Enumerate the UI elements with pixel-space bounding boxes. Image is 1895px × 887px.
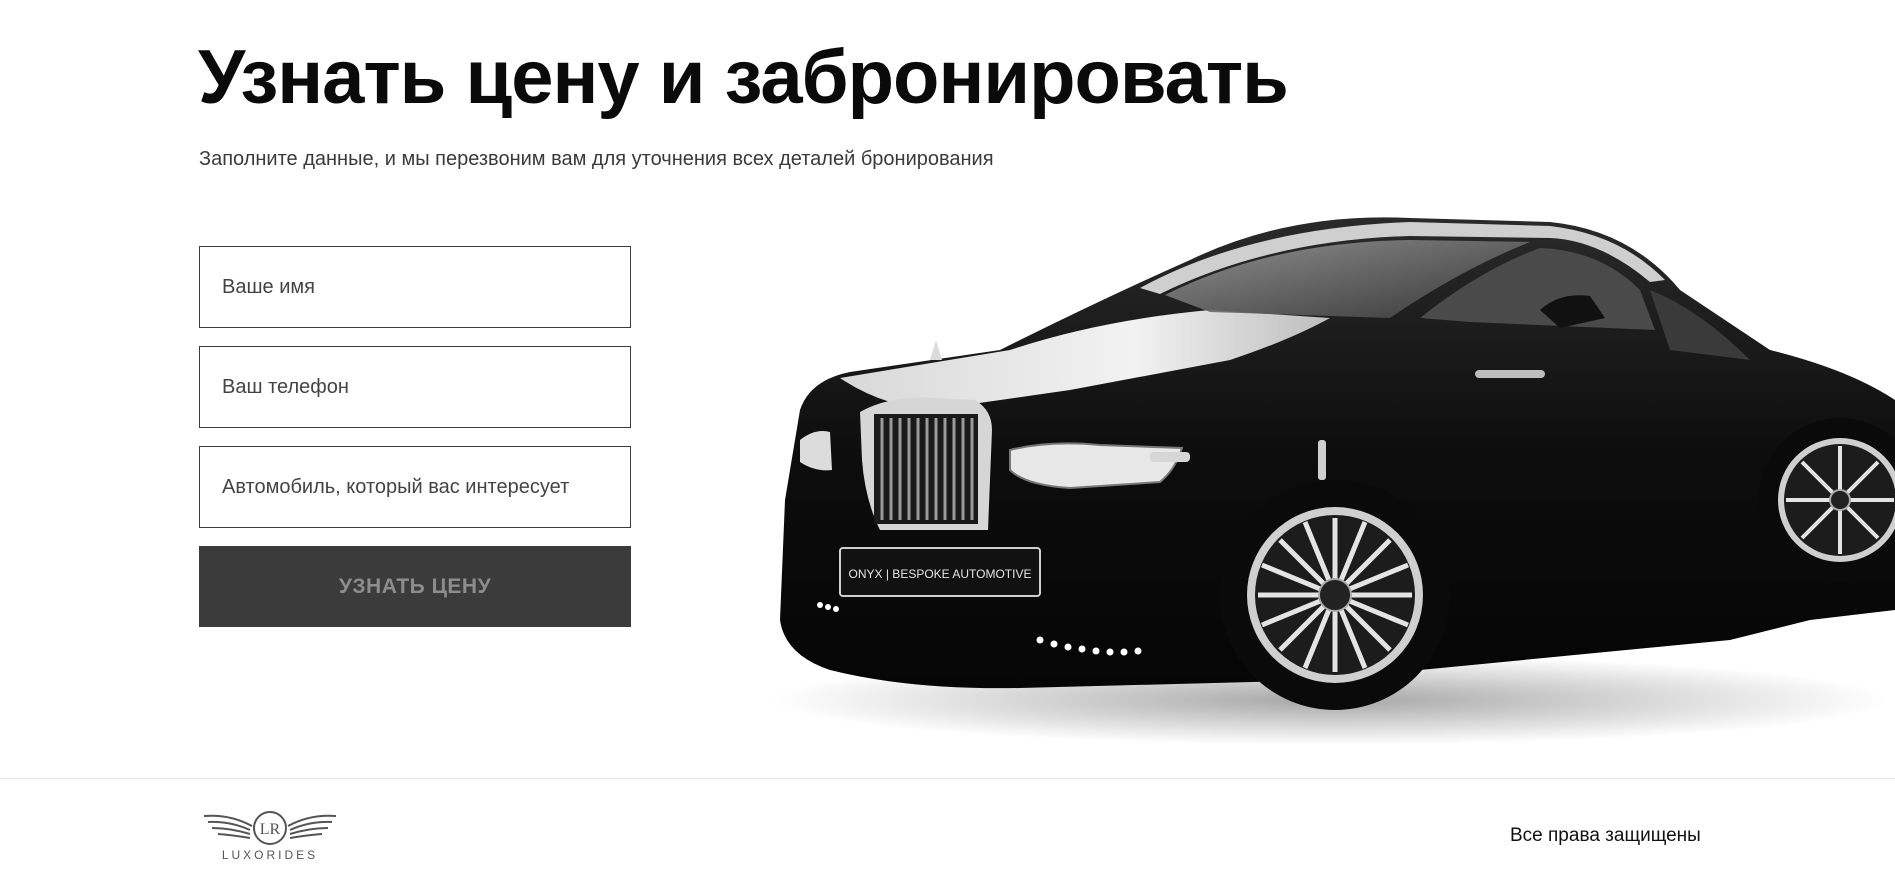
page-title: Узнать цену и забронировать bbox=[198, 35, 1289, 120]
car-image: ONYX | BESPOKE AUTOMOTIVE bbox=[770, 217, 1895, 745]
get-price-button[interactable]: УЗНАТЬ ЦЕНУ bbox=[199, 546, 631, 627]
page-subtitle: Заполните данные, и мы перезвоним вам дл… bbox=[199, 148, 994, 170]
footer-divider bbox=[0, 778, 1895, 779]
logo-monogram: LR bbox=[260, 821, 281, 838]
car-field[interactable] bbox=[199, 446, 631, 528]
name-field[interactable] bbox=[199, 246, 631, 328]
plate-text: ONYX | BESPOKE AUTOMOTIVE bbox=[849, 567, 1032, 581]
booking-form: УЗНАТЬ ЦЕНУ bbox=[199, 246, 631, 627]
copyright-text: Все права защищены bbox=[1510, 825, 1701, 846]
phone-field[interactable] bbox=[199, 346, 631, 428]
logo-text: LUXORIDES bbox=[221, 848, 319, 862]
